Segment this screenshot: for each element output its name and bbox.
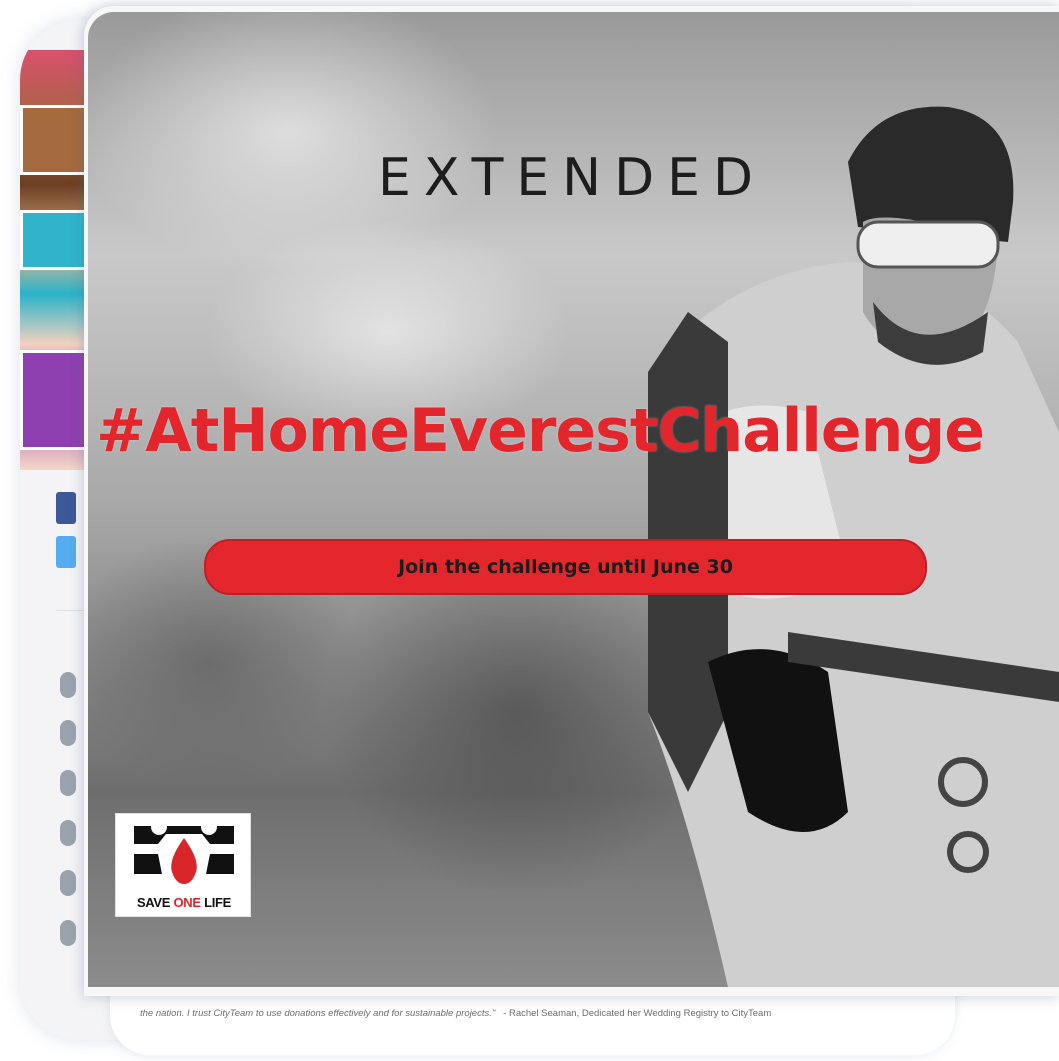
save-one-life-logo: SAVE ONE LIFE: [115, 813, 251, 917]
logo-text: SAVE ONE LIFE: [116, 895, 252, 910]
join-challenge-label: Join the challenge until June 30: [398, 556, 733, 578]
logo-word-save: SAVE: [136, 895, 171, 910]
logo-word-one: ONE: [173, 895, 202, 910]
twitter-icon[interactable]: [56, 536, 76, 568]
poster-hashtag: #AtHomeEverestChallenge: [96, 396, 985, 466]
avatar[interactable]: [60, 672, 76, 698]
quote-attribution: - Rachel Seaman, Dedicated her Wedding R…: [503, 1008, 772, 1019]
logo-word-life: LIFE: [204, 895, 232, 910]
quote-text: the nation. I trust CityTeam to use dona…: [140, 1008, 496, 1019]
photo-tile: [20, 105, 90, 175]
avatar[interactable]: [60, 770, 76, 796]
photo-tile: [20, 350, 90, 450]
poster-headline: EXTENDED: [378, 148, 767, 208]
avatar[interactable]: [60, 720, 76, 746]
testimonial-quote: the nation. I trust CityTeam to use dona…: [140, 1008, 771, 1019]
facebook-icon[interactable]: [56, 492, 76, 524]
avatar[interactable]: [60, 820, 76, 846]
logo-mark-icon: [134, 819, 234, 884]
avatar[interactable]: [60, 920, 76, 946]
photo-collage: [20, 50, 90, 470]
join-challenge-banner: Join the challenge until June 30: [204, 539, 927, 595]
challenge-poster-image: EXTENDED #AtHomeEverestChallenge Join th…: [88, 12, 1059, 987]
avatar[interactable]: [60, 870, 76, 896]
photo-tile: [20, 210, 90, 270]
